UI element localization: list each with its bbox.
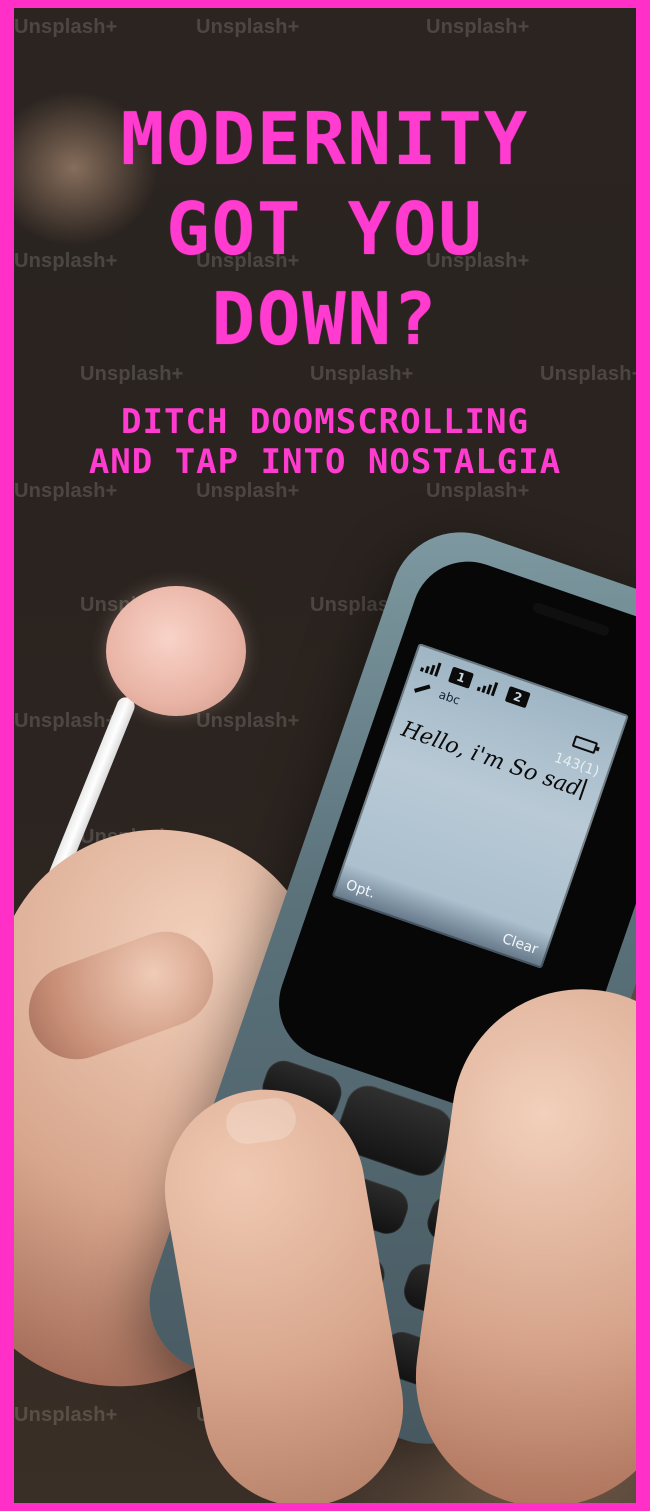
subheadline-line-1: DITCH DOOMSCROLLING xyxy=(121,402,529,442)
text-overlay: MODERNITY GOT YOU DOWN? DITCH DOOMSCROLL… xyxy=(14,8,636,1503)
photo-background: Unsplash+ Unsplash+ Unsplash+ Unsplash+ … xyxy=(14,8,636,1503)
headline-line-1: MODERNITY xyxy=(120,97,530,181)
headline: MODERNITY GOT YOU DOWN? xyxy=(14,94,636,364)
headline-line-3: DOWN? xyxy=(211,277,439,361)
subheadline-line-2: AND TAP INTO NOSTALGIA xyxy=(88,442,562,482)
subheadline: DITCH DOOMSCROLLING AND TAP INTO NOSTALG… xyxy=(14,402,636,482)
headline-line-2: GOT YOU xyxy=(166,187,484,271)
